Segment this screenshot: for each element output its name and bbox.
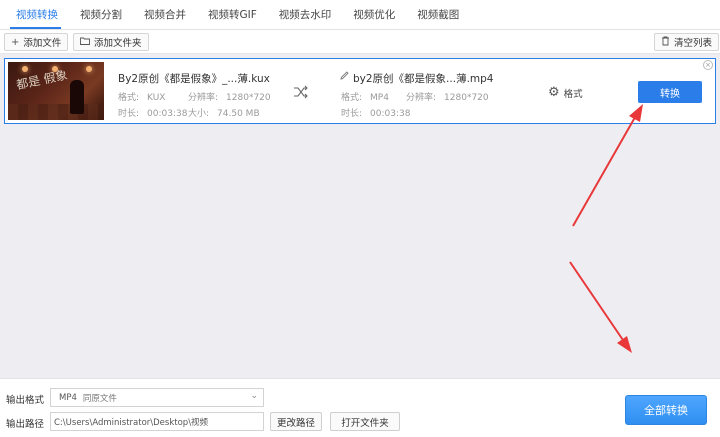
folder-icon bbox=[80, 37, 90, 48]
thumbnail-lamp bbox=[86, 66, 92, 72]
source-duration: 时长: 00:03:38 bbox=[118, 106, 187, 119]
add-file-label: 添加文件 bbox=[23, 38, 62, 49]
output-resolution-label: 分辨率: bbox=[406, 93, 437, 103]
source-format-value: KUX bbox=[147, 93, 166, 103]
convert-button[interactable]: 转换 bbox=[638, 81, 702, 103]
close-icon[interactable]: × bbox=[703, 60, 713, 70]
open-folder-button[interactable]: 打开文件夹 bbox=[330, 412, 400, 431]
convert-all-button[interactable]: 全部转换 bbox=[625, 395, 707, 425]
output-duration: 时长: 00:03:38 bbox=[341, 106, 410, 119]
gear-icon: ⚙ bbox=[548, 85, 560, 100]
source-resolution-value: 1280*720 bbox=[226, 93, 271, 103]
source-size: 大小: 74.50 MB bbox=[188, 106, 260, 119]
source-format-label: 格式: bbox=[118, 93, 140, 103]
output-duration-label: 时长: bbox=[341, 109, 363, 119]
output-resolution: 分辨率: 1280*720 bbox=[406, 90, 489, 103]
source-resolution: 分辨率: 1280*720 bbox=[188, 90, 271, 103]
bottom-panel: 输出格式 MP4 同原文件 ⌄ 输出路径 C:\Users\Administra… bbox=[0, 378, 720, 437]
add-file-button[interactable]: + 添加文件 bbox=[4, 33, 69, 51]
output-format-sub: 同原文件 bbox=[82, 393, 117, 404]
output-path-label: 输出路径 bbox=[6, 419, 45, 430]
thumbnail-title: 都是 假象 bbox=[15, 67, 69, 93]
add-folder-button[interactable]: 添加文件夹 bbox=[73, 33, 149, 51]
video-thumbnail: 都是 假象 bbox=[8, 62, 104, 120]
output-format-value: MP4 bbox=[59, 392, 77, 403]
tab-video-to-gif[interactable]: 视频转GIF bbox=[197, 0, 268, 29]
edit-name-icon[interactable] bbox=[340, 71, 349, 83]
source-resolution-label: 分辨率: bbox=[188, 93, 219, 103]
chevron-down-icon: ⌄ bbox=[250, 391, 258, 401]
file-list: 都是 假象 By2原创《都是假象》_...薄.kux 格式: KUX 分辨率: 12… bbox=[0, 54, 720, 378]
tab-video-split[interactable]: 视频分割 bbox=[69, 0, 133, 29]
output-duration-value: 00:03:38 bbox=[370, 109, 411, 119]
output-format-label: 输出格式 bbox=[6, 395, 45, 406]
change-path-button[interactable]: 更改路径 bbox=[270, 412, 322, 431]
output-format-label: 格式: bbox=[341, 93, 363, 103]
output-file-name[interactable]: by2原创《都是假象...薄.mp4 bbox=[353, 71, 493, 86]
output-format-value: MP4 bbox=[370, 93, 389, 103]
source-size-value: 74.50 MB bbox=[217, 109, 260, 119]
clear-list-button[interactable]: 清空列表 bbox=[654, 33, 720, 51]
tab-video-optimize[interactable]: 视频优化 bbox=[342, 0, 406, 29]
tab-video-merge[interactable]: 视频合并 bbox=[133, 0, 197, 29]
output-resolution-value: 1280*720 bbox=[444, 93, 489, 103]
file-item[interactable]: 都是 假象 By2原创《都是假象》_...薄.kux 格式: KUX 分辨率: 12… bbox=[4, 58, 716, 124]
source-duration-value: 00:03:38 bbox=[147, 109, 188, 119]
tab-bar: 视频转换 视频分割 视频合并 视频转GIF 视频去水印 视频优化 视频截图 bbox=[0, 0, 720, 30]
plus-icon: + bbox=[11, 36, 20, 48]
thumbnail-figure bbox=[70, 80, 84, 114]
clear-list-label: 清空列表 bbox=[674, 38, 713, 49]
convert-direction-icon bbox=[294, 85, 308, 99]
add-folder-label: 添加文件夹 bbox=[94, 38, 142, 49]
thumbnail-lamp bbox=[22, 66, 28, 72]
format-settings-label: 格式 bbox=[563, 88, 583, 100]
toolbar: + 添加文件 添加文件夹 清空列表 bbox=[0, 30, 720, 54]
output-format-select[interactable]: MP4 同原文件 ⌄ bbox=[50, 388, 264, 407]
tab-video-convert[interactable]: 视频转换 bbox=[0, 0, 69, 29]
thumbnail-wall bbox=[8, 104, 104, 120]
output-format: 格式: MP4 bbox=[341, 90, 389, 103]
tab-remove-watermark[interactable]: 视频去水印 bbox=[268, 0, 343, 29]
tab-video-screenshot[interactable]: 视频截图 bbox=[406, 0, 470, 29]
source-size-label: 大小: bbox=[188, 109, 210, 119]
source-duration-label: 时长: bbox=[118, 109, 140, 119]
output-path-input[interactable]: C:\Users\Administrator\Desktop\视频 bbox=[50, 412, 264, 431]
source-format: 格式: KUX bbox=[118, 90, 165, 103]
trash-icon bbox=[661, 36, 670, 49]
format-settings-button[interactable]: ⚙ 格式 bbox=[548, 85, 583, 100]
source-file-name: By2原创《都是假象》_...薄.kux bbox=[118, 73, 270, 85]
